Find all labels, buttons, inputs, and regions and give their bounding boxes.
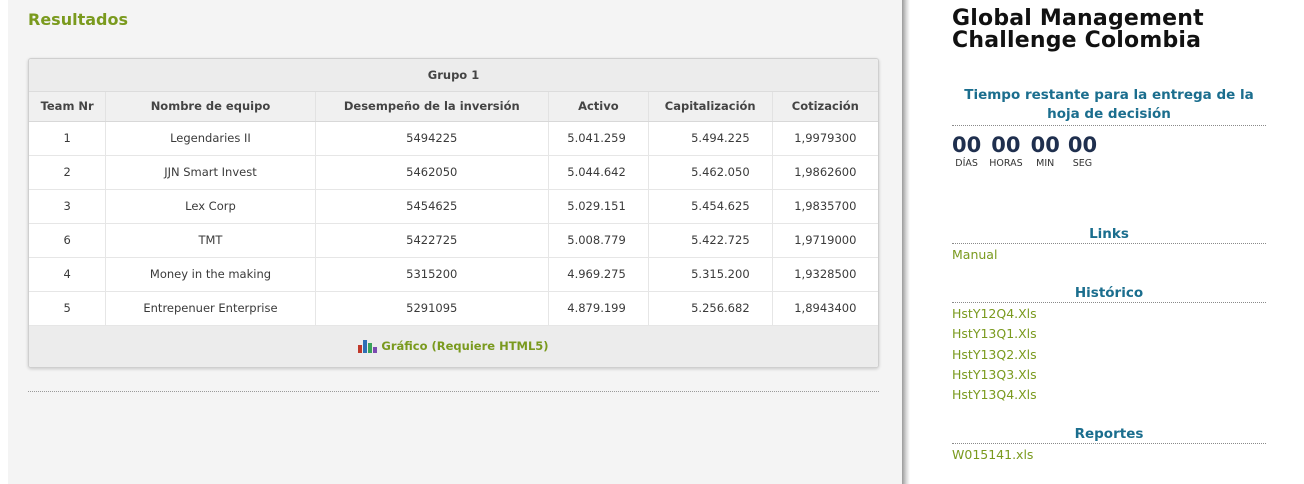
table-row: 1 Legendaries II 5494225 5.041.259 5.494… — [29, 121, 878, 156]
page: Resultados Grupo 1 Team Nr Nombre de equ… — [0, 0, 1304, 484]
group-label: Grupo 1 — [29, 59, 878, 92]
table-footer-row: Gráfico (Requiere HTML5) — [29, 325, 878, 367]
cell-capitalization: 5.494.225 — [648, 121, 773, 156]
chart-link[interactable]: Gráfico (Requiere HTML5) — [358, 338, 549, 353]
cell-investment-performance: 5454625 — [315, 189, 549, 224]
col-team-name: Nombre de equipo — [105, 91, 316, 122]
results-panel: Resultados Grupo 1 Team Nr Nombre de equ… — [8, 0, 908, 484]
timer-minutes-label: MIN — [1036, 158, 1055, 169]
cell-team-name: Entrepenuer Enterprise — [105, 291, 316, 326]
timer-seconds: 00 SEG — [1068, 132, 1097, 170]
col-assets: Activo — [548, 91, 649, 122]
table-row: 4 Money in the making 5315200 4.969.275 … — [29, 257, 878, 292]
links-divider — [952, 243, 1266, 244]
historico-file-link[interactable]: HstY13Q1.Xls — [952, 325, 1037, 343]
cell-assets: 5.041.259 — [548, 121, 649, 156]
brand-title: Global Management Challenge Colombia — [952, 8, 1204, 52]
cell-team-nr: 6 — [29, 223, 107, 258]
reportes-divider — [952, 443, 1266, 444]
cell-assets: 5.044.642 — [548, 155, 649, 190]
group-header-row: Grupo 1 — [29, 59, 878, 92]
col-investment-performance: Desempeño de la inversión — [315, 91, 549, 122]
table-row: 6 TMT 5422725 5.008.779 5.422.725 1,9719… — [29, 223, 878, 258]
col-share-price: Cotización — [772, 91, 878, 122]
cell-share-price: 1,9835700 — [772, 189, 878, 224]
section-divider — [28, 391, 879, 392]
timer-hours-label: HORAS — [989, 158, 1023, 169]
cell-investment-performance: 5462050 — [315, 155, 549, 190]
cell-team-nr: 3 — [29, 189, 107, 224]
reportes-title: Reportes — [1074, 426, 1144, 442]
cell-team-nr: 5 — [29, 291, 107, 326]
cell-assets: 5.008.779 — [548, 223, 649, 258]
cell-team-name: TMT — [105, 223, 316, 258]
column-header-row: Team Nr Nombre de equipo Desempeño de la… — [29, 91, 878, 122]
brand-line-1: Global Management — [952, 6, 1204, 31]
cell-capitalization: 5.462.050 — [648, 155, 773, 190]
cell-investment-performance: 5291095 — [315, 291, 549, 326]
reportes-file-link[interactable]: W015141.xls — [952, 446, 1033, 464]
table-footer: Gráfico (Requiere HTML5) — [29, 325, 878, 367]
results-card: Grupo 1 Team Nr Nombre de equipo Desempe… — [28, 58, 879, 368]
historico-divider — [952, 302, 1266, 303]
historico-title: Histórico — [1074, 285, 1144, 301]
table-row: 3 Lex Corp 5454625 5.029.151 5.454.625 1… — [29, 189, 878, 224]
cell-share-price: 1,9328500 — [772, 257, 878, 292]
timer-seconds-value: 00 — [1067, 133, 1098, 157]
cell-capitalization: 5.454.625 — [648, 189, 773, 224]
brand-line-2: Challenge Colombia — [952, 28, 1202, 53]
page-title: Resultados — [28, 10, 128, 29]
timer-hours: 00 HORAS — [989, 132, 1022, 170]
sidebar: Global Management Challenge Colombia Tie… — [952, 0, 1266, 484]
cell-capitalization: 5.256.682 — [648, 291, 773, 326]
link-manual[interactable]: Manual — [952, 246, 997, 264]
timer-minutes: 00 MIN — [1031, 132, 1060, 170]
cell-assets: 5.029.151 — [548, 189, 649, 224]
countdown-timer: 00 DÍAS 00 HORAS 00 MIN 00 SEG — [952, 132, 1097, 170]
cell-team-name: JJN Smart Invest — [105, 155, 316, 190]
table-row: 5 Entrepenuer Enterprise 5291095 4.879.1… — [29, 291, 878, 326]
table-row: 2 JJN Smart Invest 5462050 5.044.642 5.4… — [29, 155, 878, 190]
col-capitalization: Capitalización — [648, 91, 773, 122]
bar-chart-icon — [358, 339, 378, 353]
timer-seconds-label: SEG — [1072, 158, 1093, 169]
cell-team-nr: 2 — [29, 155, 107, 190]
cell-team-nr: 1 — [29, 121, 107, 156]
cell-assets: 4.879.199 — [548, 291, 649, 326]
historico-file-link[interactable]: HstY12Q4.Xls — [952, 305, 1037, 323]
cell-team-name: Lex Corp — [105, 189, 316, 224]
results-table: Grupo 1 Team Nr Nombre de equipo Desempe… — [29, 59, 878, 367]
timer-minutes-value: 00 — [1030, 133, 1060, 157]
panel-shadow — [902, 0, 910, 484]
cell-share-price: 1,9979300 — [772, 121, 878, 156]
cell-team-name: Legendaries II — [105, 121, 316, 156]
cell-share-price: 1,9719000 — [772, 223, 878, 258]
timer-hours-value: 00 — [991, 133, 1021, 157]
chart-link-label: Gráfico (Requiere HTML5) — [381, 338, 549, 353]
cell-team-nr: 4 — [29, 257, 107, 292]
historico-file-link[interactable]: HstY13Q4.Xls — [952, 386, 1037, 404]
results-rows: 1 Legendaries II 5494225 5.041.259 5.494… — [29, 121, 878, 326]
cell-share-price: 1,8943400 — [772, 291, 878, 326]
timer-days-label: DÍAS — [955, 158, 978, 169]
links-title: Links — [1089, 226, 1129, 242]
cell-capitalization: 5.315.200 — [648, 257, 773, 292]
cell-assets: 4.969.275 — [548, 257, 649, 292]
cell-share-price: 1,9862600 — [772, 155, 878, 190]
cell-investment-performance: 5494225 — [315, 121, 549, 156]
cell-team-name: Money in the making — [105, 257, 316, 292]
countdown-divider — [952, 125, 1266, 126]
cell-investment-performance: 5315200 — [315, 257, 549, 292]
timer-days-value: 00 — [952, 133, 982, 157]
col-team-nr: Team Nr — [29, 91, 107, 122]
countdown-title: Tiempo restante para la entrega de la ho… — [964, 87, 1254, 122]
timer-days: 00 DÍAS — [952, 132, 981, 170]
historico-file-link[interactable]: HstY13Q2.Xls — [952, 346, 1037, 364]
historico-file-link[interactable]: HstY13Q3.Xls — [952, 366, 1037, 384]
cell-capitalization: 5.422.725 — [648, 223, 773, 258]
cell-investment-performance: 5422725 — [315, 223, 549, 258]
